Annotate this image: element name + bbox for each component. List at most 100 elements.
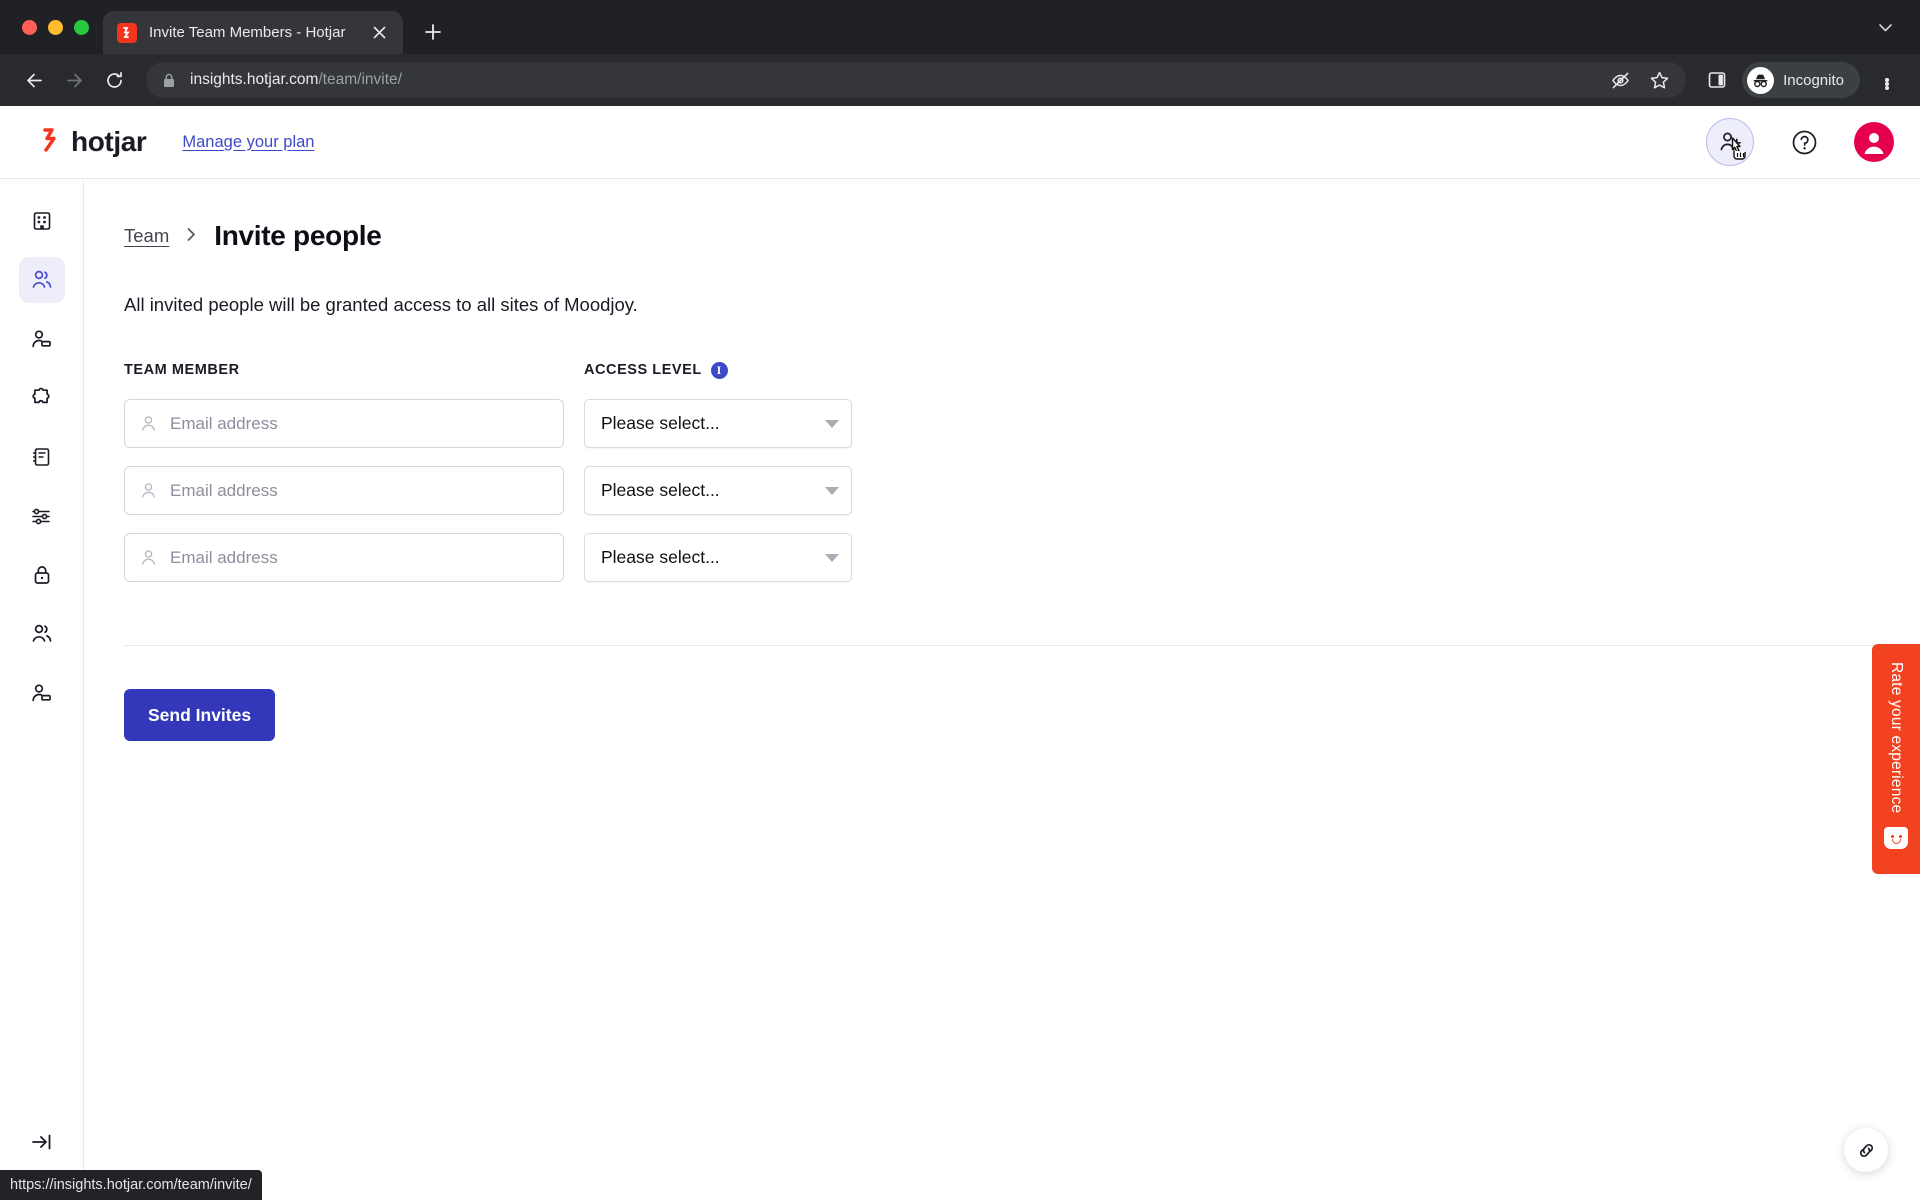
- close-tab-button[interactable]: [367, 21, 391, 45]
- collapse-sidebar-icon: [31, 1134, 50, 1150]
- maximize-window-button[interactable]: [74, 19, 89, 35]
- app-header: hotjar Manage your plan: [0, 106, 1920, 179]
- access-level-value-1: Please select...: [601, 413, 720, 433]
- email-field-2[interactable]: Email address: [124, 466, 564, 515]
- app-header-actions: [1706, 118, 1894, 166]
- page-viewport: hotjar Manage your plan Team Invite peop…: [0, 106, 1920, 1200]
- manage-your-plan-link[interactable]: Manage your plan: [182, 133, 314, 152]
- user-avatar-icon: [1864, 133, 1884, 154]
- hotjar-logo[interactable]: hotjar: [38, 126, 147, 158]
- sidebar-item-groups[interactable]: [19, 611, 65, 657]
- smiley-face-icon: [1884, 827, 1908, 850]
- hotjar-logo-text: hotjar: [71, 126, 147, 157]
- collapse-sidebar-button[interactable]: [19, 1119, 65, 1165]
- forward-button[interactable]: [56, 62, 92, 98]
- rate-experience-tab[interactable]: Rate your experience: [1872, 644, 1920, 874]
- browser-tab-strip: Invite Team Members - Hotjar: [0, 0, 1920, 54]
- reload-button[interactable]: [96, 62, 132, 98]
- email-placeholder-3: Email address: [170, 547, 278, 567]
- invite-row-3: Email address: [124, 533, 564, 582]
- left-sidebar: [0, 180, 84, 1200]
- rate-experience-label: Rate your experience: [1888, 662, 1905, 814]
- send-invites-button[interactable]: Send Invites: [124, 689, 276, 741]
- access-row-3: Please select...: [584, 533, 852, 582]
- help-button[interactable]: [1780, 118, 1828, 166]
- info-icon[interactable]: i: [710, 361, 728, 379]
- access-level-value-2: Please select...: [601, 480, 720, 500]
- breadcrumb-team-link[interactable]: Team: [124, 225, 169, 247]
- browser-tab[interactable]: Invite Team Members - Hotjar: [103, 11, 403, 54]
- person-card-icon: [32, 683, 51, 701]
- browser-toolbar: insights.hotjar.com/team/invite/ Incogni…: [0, 54, 1920, 106]
- incognito-hat-icon: [1747, 66, 1775, 94]
- person-outline-icon: [139, 414, 158, 433]
- puzzle-piece-icon: [32, 387, 50, 403]
- sidebar-item-invites[interactable]: [19, 316, 65, 362]
- team-people-icon: [32, 270, 51, 288]
- access-row-2: Please select...: [584, 466, 852, 515]
- intro-text: All invited people will be granted acces…: [124, 294, 638, 315]
- access-level-select-3[interactable]: Please select...: [584, 533, 852, 582]
- sidebar-item-settings[interactable]: [19, 493, 65, 539]
- sidebar-item-team[interactable]: [18, 257, 65, 303]
- copy-link-button[interactable]: [1844, 1128, 1888, 1172]
- incognito-indicator[interactable]: Incognito: [1742, 62, 1860, 98]
- browser-menu-button[interactable]: [1870, 63, 1904, 97]
- access-level-select-2[interactable]: Please select...: [584, 466, 852, 515]
- access-row-1: Please select...: [584, 399, 852, 448]
- breadcrumb: Team Invite people: [124, 220, 1920, 252]
- access-level-column: ACCESS LEVEL i Please select... Please s…: [584, 359, 852, 600]
- sidebar-item-sites[interactable]: [19, 434, 65, 480]
- email-field-1[interactable]: Email address: [124, 399, 564, 448]
- tab-title: Invite Team Members - Hotjar: [149, 24, 346, 41]
- question-mark-icon: [1792, 130, 1816, 154]
- star-icon[interactable]: [1649, 70, 1670, 91]
- add-person-icon: [1720, 132, 1741, 150]
- email-placeholder-1: Email address: [170, 413, 278, 433]
- organization-building-icon: [33, 212, 50, 230]
- access-level-column-label: ACCESS LEVEL i: [584, 359, 852, 381]
- sidebar-item-members[interactable]: [19, 670, 65, 716]
- account-avatar[interactable]: [1854, 122, 1894, 162]
- lock-icon: [34, 566, 49, 584]
- main-content: Team Invite people All invited people wi…: [84, 180, 1920, 1200]
- invite-row-2: Email address: [124, 466, 564, 515]
- hotjar-favicon-icon: [117, 22, 137, 43]
- new-tab-button[interactable]: [415, 14, 451, 50]
- tab-search-button[interactable]: [1868, 10, 1902, 44]
- person-outline-icon: [139, 481, 158, 500]
- window-controls: [18, 0, 103, 54]
- sidebar-item-privacy[interactable]: [19, 552, 65, 598]
- person-card-icon: [32, 329, 51, 347]
- lock-icon: [162, 73, 176, 88]
- access-level-select-1[interactable]: Please select...: [584, 399, 852, 448]
- team-people-icon: [32, 624, 51, 642]
- eye-slash-icon[interactable]: [1610, 70, 1631, 91]
- person-outline-icon: [139, 548, 158, 567]
- caret-down-icon: [825, 553, 839, 562]
- back-button[interactable]: [16, 62, 52, 98]
- sidebar-item-integrations[interactable]: [19, 375, 65, 421]
- status-bar-url: https://insights.hotjar.com/team/invite/: [0, 1170, 262, 1200]
- notebook-icon: [32, 448, 49, 466]
- page-title: Invite people: [214, 220, 382, 251]
- url-domain: insights.hotjar.com: [190, 71, 319, 88]
- team-member-column-label: TEAM MEMBER: [124, 362, 240, 378]
- invite-row-1: Email address: [124, 399, 564, 448]
- caret-down-icon: [825, 419, 839, 428]
- caret-down-icon: [825, 486, 839, 495]
- side-panel-icon[interactable]: [1700, 63, 1734, 97]
- hotjar-logo-icon: [38, 127, 62, 158]
- sidebar-item-organization[interactable]: [19, 198, 65, 244]
- close-window-button[interactable]: [22, 19, 37, 35]
- address-bar-text: insights.hotjar.com/team/invite/: [190, 71, 402, 89]
- url-path: /team/invite/: [318, 71, 402, 88]
- address-bar[interactable]: insights.hotjar.com/team/invite/: [146, 62, 1687, 98]
- incognito-label: Incognito: [1783, 71, 1844, 89]
- minimize-window-button[interactable]: [48, 19, 63, 35]
- email-placeholder-2: Email address: [170, 480, 278, 500]
- breadcrumb-separator-icon: [185, 226, 198, 247]
- email-field-3[interactable]: Email address: [124, 533, 564, 582]
- invite-people-button[interactable]: [1706, 118, 1754, 166]
- sliders-icon: [32, 508, 50, 524]
